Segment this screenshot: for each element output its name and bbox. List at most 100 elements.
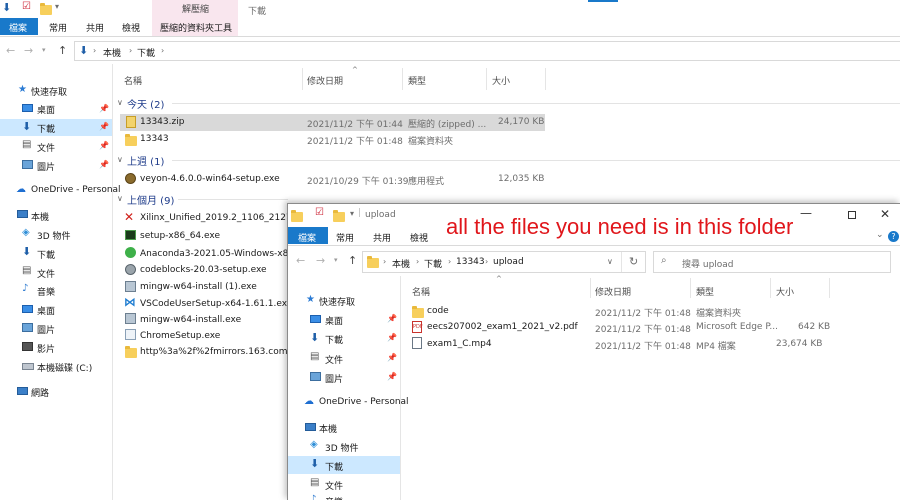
file-name[interactable]: Anaconda3-2021.05-Windows-x86_64 [140,249,310,259]
minimize-button[interactable]: — [800,206,812,220]
nav-desktop[interactable]: 桌面 [37,103,55,116]
customize-dropdown-icon[interactable]: ▾ [55,2,59,11]
nav-this-pc[interactable]: 本機 [31,210,49,223]
nav-pc-downloads[interactable]: 下載 [37,248,55,261]
nav-local-disk[interactable]: 本機磁碟 (C:) [37,361,92,374]
down-arrow-icon[interactable]: ⬇ [2,1,11,14]
nav-network[interactable]: 網路 [31,386,49,399]
back-button[interactable]: ← [296,254,305,267]
column-date[interactable]: 修改日期 [307,74,343,87]
file-name[interactable]: http%3a%2f%2fmirrors.163.com%2fc [140,347,310,357]
nav-pictures[interactable]: 圖片 [325,372,343,385]
nav-quick-access[interactable]: 快速存取 [319,295,355,308]
crumb-this-pc[interactable]: 本機 [392,257,410,270]
column-type[interactable]: 類型 [408,74,426,87]
file-name[interactable]: mingw-w64-install (1).exe [140,282,257,292]
file-name[interactable]: ChromeSetup.exe [140,331,220,341]
nav-this-pc[interactable]: 本機 [319,422,337,435]
file-name[interactable]: mingw-w64-install.exe [140,315,241,325]
properties-icon[interactable]: ☑ [22,1,31,12]
address-bar[interactable]: ⬇ › 本機 › 下載 › [74,41,900,61]
column-divider[interactable] [770,278,771,298]
column-name[interactable]: 名稱 [124,74,142,87]
column-name[interactable]: 名稱 [412,285,430,298]
ribbon-expand-icon[interactable]: ⌄ [876,230,884,240]
nav-3d-objects[interactable]: 3D 物件 [325,441,359,454]
nav-3d-objects[interactable]: 3D 物件 [37,229,71,242]
maximize-button[interactable] [848,211,856,219]
recent-dropdown-icon[interactable]: ▾ [334,256,338,264]
group-last-month[interactable]: 上個月 (9) [127,192,174,207]
column-divider[interactable] [486,68,487,90]
column-type[interactable]: 類型 [696,285,714,298]
back-button[interactable]: ← [6,44,15,57]
nav-music[interactable]: 音樂 [325,495,343,500]
up-button[interactable]: ↑ [348,254,357,267]
file-name[interactable]: VSCodeUserSetup-x64-1.61.1.exe [140,299,292,309]
nav-downloads[interactable]: 下載 [325,333,343,346]
file-name[interactable]: codeblocks-20.03-setup.exe [140,265,267,275]
nav-pc-downloads[interactable]: 下載 [325,460,343,473]
nav-downloads-selected[interactable] [288,456,400,474]
forward-button[interactable]: → [316,254,325,267]
ribbon-tab-share[interactable]: 共用 [373,231,391,244]
group-chevron-icon[interactable]: ∨ [117,98,123,107]
nav-quick-access[interactable]: 快速存取 [31,85,67,98]
ribbon-tab-share[interactable]: 共用 [86,21,104,34]
folder-icon[interactable] [333,210,345,222]
file-name[interactable]: setup-x86_64.exe [140,231,220,241]
file-size: 23,674 KB [776,339,823,349]
forward-button[interactable]: → [24,44,33,57]
ribbon-tab-home[interactable]: 常用 [49,21,67,34]
column-divider[interactable] [590,278,591,298]
crumb-downloads[interactable]: 下載 [424,257,442,270]
address-dropdown-icon[interactable]: ∨ [607,257,613,266]
search-box[interactable]: ⌕ 搜尋 upload [653,251,891,273]
refresh-button[interactable]: ↻ [629,255,638,268]
crumb-13343[interactable]: 13343 [456,257,485,267]
nav-pc-pictures[interactable]: 圖片 [37,323,55,336]
nav-onedrive[interactable]: OneDrive - Personal [319,397,409,407]
foreground-explorer-window[interactable]: ☑ ▾ | upload all the files you need is i… [287,203,900,500]
help-icon[interactable]: ? [888,231,899,242]
column-divider[interactable] [302,68,303,90]
nav-pc-documents[interactable]: 文件 [325,479,343,492]
column-date[interactable]: 修改日期 [595,285,631,298]
ribbon-tab-view[interactable]: 檢視 [410,231,428,244]
close-button[interactable]: ✕ [880,207,890,221]
nav-music[interactable]: 音樂 [37,285,55,298]
customize-dropdown-icon[interactable]: ▾ [350,209,354,218]
up-button[interactable]: ↑ [58,44,67,57]
nav-videos[interactable]: 影片 [37,342,55,355]
crumb-this-pc[interactable]: 本機 [103,46,121,59]
folder-icon[interactable] [40,3,52,15]
nav-pictures[interactable]: 圖片 [37,160,55,173]
column-divider[interactable] [545,68,546,90]
nav-onedrive[interactable]: OneDrive - Personal [31,185,121,195]
nav-desktop[interactable]: 桌面 [325,314,343,327]
group-last-week[interactable]: 上週 (1) [127,153,164,168]
column-divider[interactable] [402,68,403,90]
properties-icon[interactable]: ☑ [315,207,324,218]
crumb-downloads[interactable]: 下載 [137,46,155,59]
ribbon-tab-view[interactable]: 檢視 [122,21,140,34]
ribbon-tab-context[interactable]: 壓縮的資料夾工具 [160,21,232,34]
nav-downloads[interactable]: 下載 [37,122,55,135]
nav-downloads-selected[interactable] [0,119,112,136]
app-icon [125,173,136,184]
address-bar[interactable]: › 本機 › 下載 › 13343 › upload ∨ ↻ [362,251,646,273]
nav-pc-desktop[interactable]: 桌面 [37,304,55,317]
column-size[interactable]: 大小 [492,74,510,87]
group-today[interactable]: 今天 (2) [127,96,164,111]
nav-pc-documents[interactable]: 文件 [37,267,55,280]
nav-documents[interactable]: 文件 [37,141,55,154]
recent-dropdown-icon[interactable]: ▾ [42,46,46,54]
column-divider[interactable] [829,278,830,298]
group-chevron-icon[interactable]: ∨ [117,155,123,164]
column-size[interactable]: 大小 [776,285,794,298]
nav-documents[interactable]: 文件 [325,353,343,366]
group-chevron-icon[interactable]: ∨ [117,194,123,203]
column-divider[interactable] [690,278,691,298]
ribbon-tab-home[interactable]: 常用 [336,231,354,244]
crumb-upload[interactable]: upload [493,257,524,267]
